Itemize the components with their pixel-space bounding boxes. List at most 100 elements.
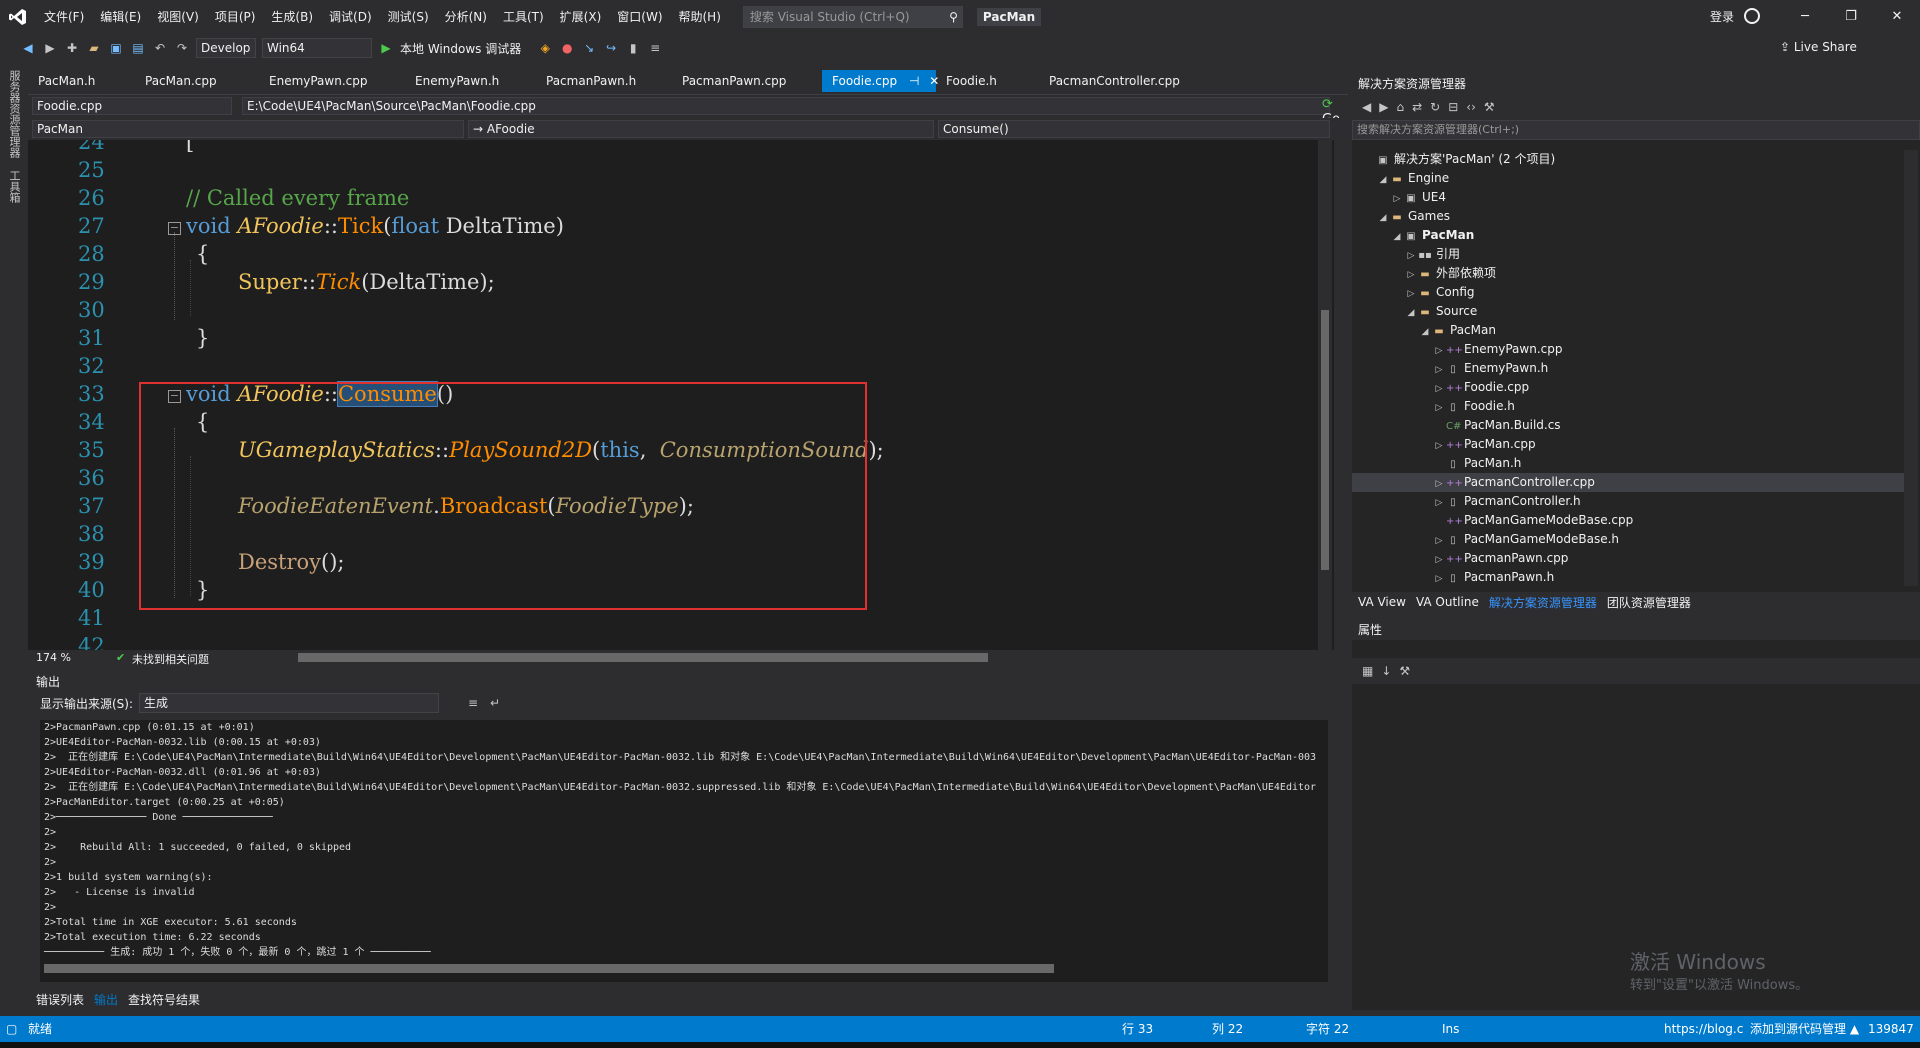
alphabetical-icon[interactable]: ↓ — [1381, 664, 1391, 678]
save-icon[interactable]: ▣ — [108, 40, 124, 56]
menu-debug[interactable]: 调试(D) — [321, 0, 380, 34]
collapse-icon[interactable]: − — [168, 222, 181, 235]
live-share-button[interactable]: ⇪ Live Share — [1780, 40, 1857, 54]
tab-pacmanpawn-h[interactable]: PacmanPawn.h — [536, 70, 672, 92]
tree-item[interactable]: ▷ ▯ PacManGameModeBase.h — [1352, 530, 1904, 549]
tree-item[interactable]: ▷ ▯ PacmanController.h — [1352, 492, 1904, 511]
tab-va-view[interactable]: VA View — [1358, 595, 1406, 609]
tree-vertical-scrollbar[interactable] — [1904, 150, 1918, 586]
add-to-source-control[interactable]: 添加到源代码管理 ▲ — [1750, 1016, 1859, 1042]
menu-project[interactable]: 项目(P) — [207, 0, 264, 34]
tree-item[interactable]: ▷ ▪▪ 引用 — [1352, 245, 1904, 264]
save-all-icon[interactable]: ▤ — [130, 40, 146, 56]
menu-tools[interactable]: 工具(T) — [495, 0, 552, 34]
refresh-icon[interactable]: ↻ — [1430, 100, 1440, 114]
menu-file[interactable]: 文件(F) — [36, 0, 92, 34]
tree-item[interactable]: ▣ 解决方案'PacMan' (2 个项目) — [1352, 150, 1904, 169]
navigate-back-icon[interactable]: ◀ — [20, 40, 36, 56]
step-over-icon[interactable]: ↪ — [603, 40, 619, 56]
server-explorer-tab[interactable]: 服务器资源管理器 — [6, 64, 22, 164]
debug-target-button[interactable]: 本地 Windows 调试器 — [400, 40, 521, 57]
vs-search-input[interactable]: 搜索 Visual Studio (Ctrl+Q) ⚲ — [742, 6, 963, 28]
tab-team-explorer[interactable]: 团队资源管理器 — [1607, 594, 1691, 611]
redo-icon[interactable]: ↷ — [174, 40, 190, 56]
tree-item[interactable]: ▷ ▯ EnemyPawn.h — [1352, 359, 1904, 378]
path-dropdown[interactable]: E:\Code\UE4\PacMan\Source\PacMan\Foodie.… — [242, 97, 1330, 115]
home-icon[interactable]: ⌂ — [1396, 100, 1404, 114]
tree-item[interactable]: C# PacMan.Build.cs — [1352, 416, 1904, 435]
tree-item[interactable]: ▷ ++EnemyPawn.cpp — [1352, 340, 1904, 359]
property-pages-icon[interactable]: ⚒ — [1399, 664, 1410, 678]
output-vertical-scrollbar[interactable] — [1328, 720, 1342, 982]
tab-foodie-cpp[interactable]: Foodie.cpp ⊣ ✕ — [822, 70, 939, 92]
tab-foodie-h[interactable]: Foodie.h — [936, 70, 1039, 92]
solution-search-input[interactable]: 搜索解决方案资源管理器(Ctrl+;) — [1352, 120, 1920, 140]
tab-solution-explorer[interactable]: 解决方案资源管理器 — [1489, 594, 1597, 611]
class-dropdown[interactable]: → AFoodie — [468, 120, 934, 138]
close-window-button[interactable]: ✕ — [1874, 0, 1920, 34]
menu-edit[interactable]: 编辑(E) — [92, 0, 149, 34]
tab-enemypawn-h[interactable]: EnemyPawn.h — [405, 70, 536, 92]
navigate-forward-icon[interactable]: ▶ — [42, 40, 58, 56]
properties-wrench-icon[interactable]: ⚒ — [1484, 100, 1495, 114]
categorized-icon[interactable]: ▦ — [1362, 664, 1373, 678]
open-file-icon[interactable]: ▰ — [86, 40, 102, 56]
member-dropdown[interactable]: Consume() — [938, 120, 1330, 138]
tree-item[interactable]: ▷ ▯ Foodie.h — [1352, 397, 1904, 416]
menu-build[interactable]: 生成(B) — [263, 0, 321, 34]
pin-icon[interactable]: ⊣ — [909, 74, 919, 88]
tree-item[interactable]: ◢ ▬ PacMan — [1352, 321, 1904, 340]
tab-pacman-cpp[interactable]: PacMan.cpp — [135, 70, 259, 92]
clear-output-icon[interactable]: ≡ — [465, 695, 481, 711]
attach-process-icon[interactable]: ◈ — [537, 40, 553, 56]
tab-pacmancontroller-cpp[interactable]: PacmanController.cpp — [1039, 70, 1239, 92]
editor-horizontal-scrollbar[interactable] — [298, 653, 988, 662]
zoom-level[interactable]: 174 % — [36, 651, 71, 664]
tree-item[interactable]: ▷ ▬ Config — [1352, 283, 1904, 302]
start-debug-icon[interactable]: ▶ — [378, 40, 394, 56]
comment-icon[interactable]: ≡ — [647, 40, 663, 56]
tree-item[interactable]: ◢ ▬ Games — [1352, 207, 1904, 226]
tree-item[interactable]: ▷ ▯ PacmanPawn.h — [1352, 568, 1904, 587]
sync-icon[interactable]: ⇄ — [1412, 100, 1422, 114]
tab-output[interactable]: 输出 — [94, 991, 118, 1008]
restore-button[interactable]: ❐ — [1828, 0, 1874, 34]
tree-item[interactable]: ◢ ▬ Engine — [1352, 169, 1904, 188]
new-project-icon[interactable]: ✚ — [64, 40, 80, 56]
solution-platform-select[interactable]: Win64 — [262, 38, 372, 58]
tab-pacmanpawn-cpp[interactable]: PacmanPawn.cpp — [672, 70, 822, 92]
solution-config-select[interactable]: Develop — [196, 38, 256, 58]
tab-find-symbol[interactable]: 查找符号结果 — [128, 991, 200, 1008]
editor-scroll-thumb[interactable] — [1321, 310, 1329, 570]
tree-item[interactable]: ++PacManGameModeBase.cpp — [1352, 511, 1904, 530]
collapse-all-icon[interactable]: ⊟ — [1448, 100, 1458, 114]
forward-icon[interactable]: ▶ — [1379, 100, 1388, 114]
output-text[interactable]: 2>PacmanPawn.cpp (0:01.15 at +0:01) 2>UE4… — [40, 720, 1330, 982]
minimize-button[interactable]: ─ — [1782, 0, 1828, 34]
tree-item[interactable]: ▷ ++PacMan.cpp — [1352, 435, 1904, 454]
menu-analyze[interactable]: 分析(N) — [437, 0, 495, 34]
collapsed-arrow-icon[interactable]: ▷ — [1432, 570, 1446, 589]
output-source-select[interactable]: 生成 — [139, 693, 440, 713]
sign-in-link[interactable]: 登录 — [1710, 0, 1734, 34]
account-icon[interactable] — [1744, 8, 1760, 24]
menu-view[interactable]: 视图(V) — [149, 0, 207, 34]
visual-studio-logo-icon[interactable] — [0, 0, 36, 34]
output-horizontal-scrollbar[interactable] — [44, 964, 1054, 973]
menu-window[interactable]: 窗口(W) — [609, 0, 670, 34]
tree-item[interactable]: ▷ ++Foodie.cpp — [1352, 378, 1904, 397]
toolbox-tab[interactable]: 工具箱 — [6, 164, 22, 209]
menu-help[interactable]: 帮助(H) — [671, 0, 729, 34]
back-icon[interactable]: ◀ — [1362, 100, 1371, 114]
tree-item[interactable]: ▷ ++PacmanPawn.cpp — [1352, 549, 1904, 568]
tree-item[interactable]: ▷ ▬ 外部依赖项 — [1352, 264, 1904, 283]
tree-item[interactable]: ▯ PacMan.h — [1352, 454, 1904, 473]
word-wrap-icon[interactable]: ↵ — [487, 695, 503, 711]
tab-enemypawn-cpp[interactable]: EnemyPawn.cpp — [259, 70, 405, 92]
step-into-icon[interactable]: ↘ — [581, 40, 597, 56]
tab-va-outline[interactable]: VA Outline — [1416, 595, 1479, 609]
bookmark-icon[interactable]: ▮ — [625, 40, 641, 56]
code-view-icon[interactable]: ‹› — [1466, 100, 1476, 114]
tree-item[interactable]: ▷ ▣ UE4 — [1352, 188, 1904, 207]
tab-error-list[interactable]: 错误列表 — [36, 991, 84, 1008]
